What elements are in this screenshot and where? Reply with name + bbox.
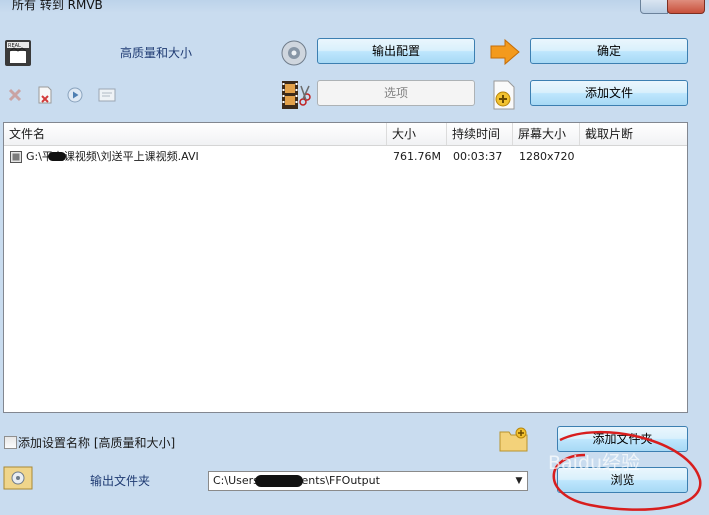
annotation-layer	[552, 430, 702, 511]
watermark: Baidu经验	[548, 452, 641, 474]
